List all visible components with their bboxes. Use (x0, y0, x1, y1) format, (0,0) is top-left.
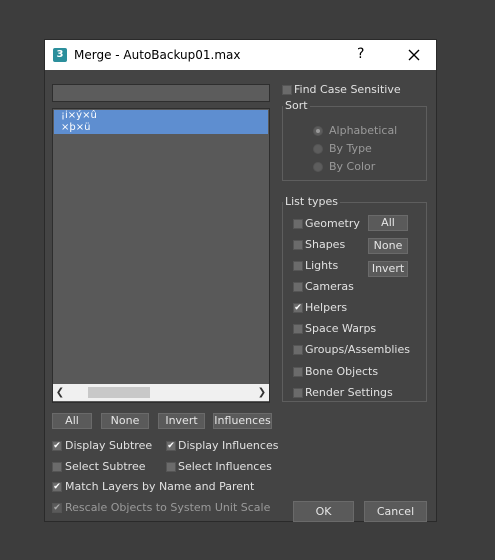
invert-button[interactable]: Invert (158, 413, 205, 429)
horizontal-scrollbar[interactable]: ❮ ❯ (53, 384, 269, 401)
object-list[interactable]: ¡i×ý×û ×þ×ü (52, 108, 270, 403)
title-bar: 3 Merge - AutoBackup01.max ? (45, 40, 436, 70)
sort-alphabetical-radio[interactable] (313, 126, 323, 136)
space-warps-label: Space Warps (305, 322, 377, 335)
select-influences-checkbox[interactable] (166, 462, 176, 472)
sort-group-title: Sort (283, 99, 310, 112)
geometry-checkbox[interactable] (293, 219, 303, 229)
chevron-left-icon[interactable]: ❮ (53, 384, 67, 401)
list-types-invert-button[interactable]: Invert (368, 261, 408, 277)
sort-by-color-label: By Color (329, 160, 376, 173)
display-influences-checkbox[interactable]: ✔ (166, 441, 176, 451)
list-types-all-button[interactable]: All (368, 215, 408, 231)
select-subtree-label: Select Subtree (65, 460, 146, 473)
helpers-checkbox[interactable]: ✔ (293, 303, 303, 313)
window-title: Merge - AutoBackup01.max (74, 48, 241, 62)
cameras-checkbox[interactable] (293, 282, 303, 292)
app-icon: 3 (53, 48, 67, 62)
find-case-sensitive-label: Find Case Sensitive (294, 83, 401, 96)
shapes-label: Shapes (305, 238, 346, 251)
help-button[interactable]: ? (357, 46, 364, 62)
render-settings-label: Render Settings (305, 386, 393, 399)
groups-assemblies-checkbox[interactable] (293, 345, 303, 355)
render-settings-checkbox[interactable] (293, 388, 303, 398)
groups-assemblies-label: Groups/Assemblies (305, 343, 410, 356)
all-button[interactable]: All (52, 413, 92, 429)
match-layers-checkbox[interactable]: ✔ (52, 482, 62, 492)
lights-checkbox[interactable] (293, 261, 303, 271)
sort-alphabetical-label: Alphabetical (329, 124, 398, 137)
bone-objects-label: Bone Objects (305, 365, 379, 378)
select-influences-label: Select Influences (178, 460, 272, 473)
geometry-label: Geometry (305, 217, 360, 230)
cameras-label: Cameras (305, 280, 354, 293)
close-button[interactable] (402, 43, 426, 67)
sort-by-color-radio[interactable] (313, 162, 323, 172)
space-warps-checkbox[interactable] (293, 324, 303, 334)
shapes-checkbox[interactable] (293, 240, 303, 250)
influences-button[interactable]: Influences (213, 413, 272, 429)
none-button[interactable]: None (101, 413, 149, 429)
search-input[interactable] (52, 84, 270, 102)
select-subtree-checkbox[interactable] (52, 462, 62, 472)
display-subtree-checkbox[interactable]: ✔ (52, 441, 62, 451)
list-types-none-button[interactable]: None (368, 238, 408, 254)
close-icon (408, 49, 420, 61)
cancel-button[interactable]: Cancel (364, 501, 427, 522)
rescale-checkbox[interactable]: ✔ (52, 503, 62, 513)
list-types-group-title: List types (283, 195, 341, 208)
sort-by-type-label: By Type (329, 142, 372, 155)
list-item[interactable]: ¡i×ý×û (54, 110, 268, 122)
lights-label: Lights (305, 259, 339, 272)
chevron-right-icon[interactable]: ❯ (255, 384, 269, 401)
rescale-label: Rescale Objects to System Unit Scale (65, 501, 271, 514)
sort-by-type-radio[interactable] (313, 144, 323, 154)
scroll-thumb[interactable] (88, 387, 150, 398)
display-influences-label: Display Influences (178, 439, 279, 452)
ok-button[interactable]: OK (293, 501, 354, 522)
find-case-sensitive-checkbox[interactable] (282, 85, 292, 95)
merge-dialog: 3 Merge - AutoBackup01.max ? ¡i×ý×û ×þ×ü… (44, 39, 437, 522)
list-item[interactable]: ×þ×ü (54, 122, 268, 134)
display-subtree-label: Display Subtree (65, 439, 153, 452)
helpers-label: Helpers (305, 301, 348, 314)
bone-objects-checkbox[interactable] (293, 367, 303, 377)
match-layers-label: Match Layers by Name and Parent (65, 480, 255, 493)
